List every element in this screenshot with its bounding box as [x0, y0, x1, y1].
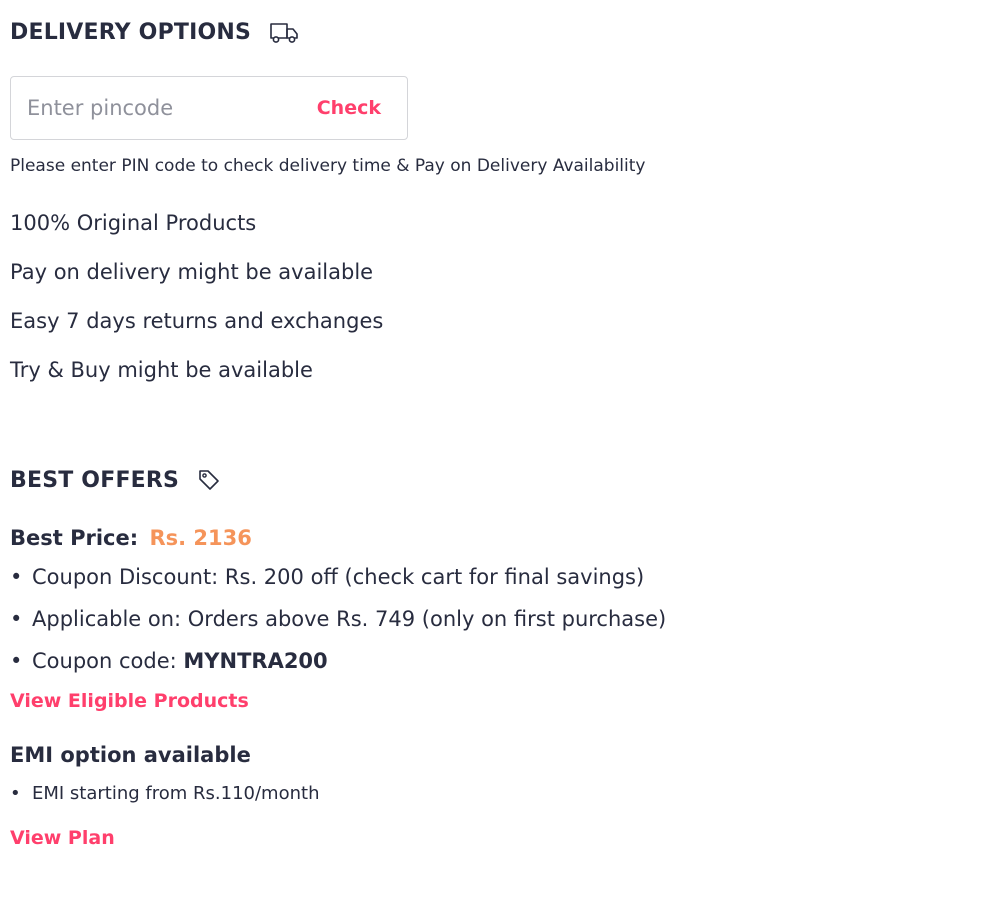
check-pincode-button[interactable]: Check	[317, 97, 381, 119]
truck-icon	[269, 20, 299, 44]
pincode-help-text: Please enter PIN code to check delivery …	[10, 156, 646, 176]
product-delivery-offers-panel: DELIVERY OPTIONS Check Please enter PIN …	[10, 0, 970, 849]
delivery-features-list: 100% Original Products Pay on delivery m…	[10, 210, 970, 406]
best-price-label: Best Price:	[10, 526, 139, 550]
feature-original-products: 100% Original Products	[10, 211, 257, 235]
feature-pay-on-delivery: Pay on delivery might be available	[10, 260, 374, 284]
offer-details-list: Coupon Discount: Rs. 200 off (check cart…	[10, 562, 970, 688]
coupon-discount-item: Coupon Discount: Rs. 200 off (check cart…	[10, 562, 970, 604]
coupon-code-label: Coupon code:	[32, 649, 177, 673]
tag-icon	[197, 468, 221, 492]
coupon-code-value: MYNTRA200	[183, 649, 328, 673]
best-price-row: Best Price: Rs. 2136	[10, 526, 970, 550]
feature-try-and-buy: Try & Buy might be available	[10, 358, 313, 382]
view-plan-link[interactable]: View Plan	[10, 827, 970, 849]
applicable-on-item: Applicable on: Orders above Rs. 749 (onl…	[10, 604, 970, 646]
emi-details-list: EMI starting from Rs.110/month	[10, 781, 970, 813]
feature-easy-returns: Easy 7 days returns and exchanges	[10, 309, 384, 333]
emi-option-heading: EMI option available	[10, 743, 251, 767]
pincode-input[interactable]	[27, 96, 297, 120]
delivery-options-heading: DELIVERY OPTIONS	[10, 17, 970, 47]
best-price-value: Rs. 2136	[149, 526, 252, 550]
best-offers-heading: BEST OFFERS	[10, 465, 970, 495]
best-offers-title: BEST OFFERS	[10, 467, 180, 493]
emi-starting-item: EMI starting from Rs.110/month	[10, 781, 970, 813]
delivery-options-title: DELIVERY OPTIONS	[10, 19, 252, 45]
view-eligible-products-link[interactable]: View Eligible Products	[10, 690, 970, 712]
coupon-code-item: Coupon code: MYNTRA200	[10, 646, 970, 688]
pincode-box: Check	[10, 76, 408, 140]
